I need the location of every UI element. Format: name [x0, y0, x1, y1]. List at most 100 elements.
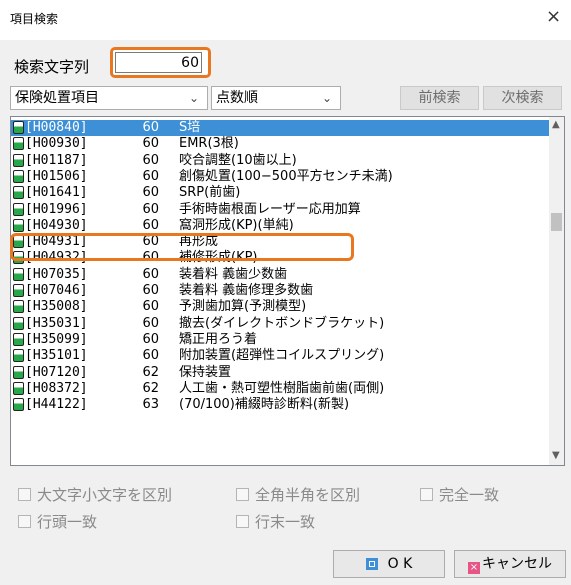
checkbox-icon — [236, 515, 249, 528]
item-code: [H01996] — [25, 201, 88, 217]
item-code: [H01506] — [25, 168, 88, 184]
item-points: 63 — [142, 397, 159, 413]
list-item[interactable]: [H04930] 60 窩洞形成(KP)(単純) — [11, 218, 549, 234]
list-item[interactable]: [H35101] 60 附加装置(超弾性コイルスプリング) — [11, 348, 549, 364]
item-name: 窩洞形成(KP)(単純) — [179, 217, 294, 233]
list-item[interactable]: [H44122] 63 (70/100)補綴時診断料(新製) — [11, 397, 549, 413]
list-item[interactable]: [H35099] 60 矯正用ろう着 — [11, 332, 549, 348]
exact-match-checkbox[interactable]: 完全一致 — [420, 485, 499, 505]
list-item[interactable]: [H07035] 60 装着料 義歯少数歯 — [11, 267, 549, 283]
title-bar — [0, 0, 571, 40]
scroll-up-icon[interactable]: ▲ — [552, 119, 560, 130]
item-icon — [13, 251, 24, 265]
item-points: 62 — [142, 364, 159, 380]
width-sensitive-checkbox[interactable]: 全角半角を区別 — [236, 485, 360, 505]
item-icon — [13, 218, 24, 232]
prefix-match-checkbox[interactable]: 行頭一致 — [18, 512, 97, 532]
chevron-down-icon: ⌄ — [321, 91, 332, 105]
checkbox-icon — [18, 488, 31, 501]
item-points: 60 — [142, 299, 159, 315]
search-highlight — [110, 47, 211, 78]
exact-match-label: 完全一致 — [439, 486, 500, 504]
search-input[interactable] — [115, 52, 202, 73]
list-item[interactable]: [H04931] 60 再形成 — [11, 234, 549, 250]
item-points: 60 — [142, 136, 159, 152]
item-icon — [13, 381, 24, 395]
case-sensitive-label: 大文字小文字を区別 — [37, 486, 173, 504]
list-item[interactable]: [H35008] 60 予測歯加算(予測模型) — [11, 299, 549, 315]
next-search-button[interactable]: 次検索 — [483, 86, 562, 110]
item-name: 撤去(ダイレクトボンドブラケット) — [179, 315, 385, 331]
item-icon — [13, 284, 24, 297]
list-item[interactable]: [H00840] 60 S培 — [11, 120, 549, 136]
item-points: 60 — [142, 315, 159, 331]
item-icon — [13, 349, 24, 363]
window-title: 項目検索 — [10, 12, 59, 26]
cancel-button[interactable]: × キャンセル — [454, 550, 566, 578]
suffix-match-checkbox[interactable]: 行末一致 — [236, 512, 315, 532]
list-item[interactable]: [H35031] 60 撤去(ダイレクトボンドブラケット) — [11, 316, 549, 332]
item-points: 60 — [142, 152, 159, 168]
checkbox-icon — [236, 488, 249, 501]
item-points: 62 — [142, 380, 159, 396]
item-code: [H07035] — [25, 266, 88, 282]
item-icon — [13, 202, 24, 216]
list-item[interactable]: [H07046] 60 装着料 義歯修理多数歯 — [11, 283, 549, 299]
item-icon — [13, 235, 24, 249]
item-icon — [13, 186, 24, 200]
ok-button[interactable]: O K — [333, 550, 445, 578]
prefix-match-label: 行頭一致 — [37, 513, 98, 531]
item-name: 装着料 義歯少数歯 — [179, 266, 288, 282]
checkbox-icon — [420, 488, 433, 501]
item-code: [H01187] — [25, 152, 88, 168]
item-points: 60 — [142, 348, 159, 364]
item-name: 保持装置 — [179, 364, 232, 380]
item-name: 予測歯加算(予測模型) — [179, 299, 307, 315]
item-name: EMR(3根) — [179, 136, 239, 152]
list-item[interactable]: [H04932] 60 補修形成(KP) — [11, 250, 549, 266]
item-icon — [13, 316, 24, 330]
list-item[interactable]: [H00930] 60 EMR(3根) — [11, 136, 549, 152]
item-code: [H35099] — [25, 331, 88, 347]
checkbox-icon — [18, 515, 31, 528]
prev-search-button[interactable]: 前検索 — [400, 86, 479, 110]
list-item[interactable]: [H01641] 60 SRP(前歯) — [11, 185, 549, 201]
scroll-down-icon[interactable]: ▼ — [552, 450, 560, 461]
item-icon — [13, 169, 24, 183]
sort-select[interactable]: 点数順 ⌄ — [211, 86, 341, 110]
item-name: 補修形成(KP) — [179, 250, 258, 266]
list-item[interactable]: [H01996] 60 手術時歯根面レーザー応用加算 — [11, 202, 549, 218]
item-points: 60 — [142, 266, 159, 282]
item-code: [H04931] — [25, 234, 88, 250]
item-points: 60 — [142, 331, 159, 347]
item-icon — [13, 300, 24, 314]
vertical-scrollbar[interactable]: ▲ ▼ — [549, 117, 564, 465]
sort-select-value: 点数順 — [216, 90, 258, 106]
close-icon[interactable]: × — [546, 8, 561, 26]
suffix-match-label: 行末一致 — [255, 513, 316, 531]
list-item[interactable]: [H07120] 62 保持装置 — [11, 365, 549, 381]
item-name: 矯正用ろう着 — [179, 331, 258, 347]
item-name: 再形成 — [179, 234, 219, 250]
item-code: [H07120] — [25, 364, 88, 380]
list-item[interactable]: [H08372] 62 人工歯・熱可塑性樹脂歯前歯(両側) — [11, 381, 549, 397]
item-code: [H00930] — [25, 136, 88, 152]
list-item[interactable]: [H01506] 60 創傷処置(100−500平方センチ未満) — [11, 169, 549, 185]
category-select[interactable]: 保険処置項目 ⌄ — [10, 86, 208, 110]
item-points: 60 — [142, 185, 159, 201]
item-points: 60 — [142, 250, 159, 266]
search-label: 検索文字列 — [14, 58, 90, 76]
item-name: 人工歯・熱可塑性樹脂歯前歯(両側) — [179, 380, 385, 396]
item-points: 60 — [142, 201, 159, 217]
cancel-icon: × — [468, 562, 480, 574]
results-list[interactable]: [H00840] 60 S培 [H00930] 60 EMR(3根) [H01187] 60 咬… — [10, 116, 565, 466]
scroll-thumb[interactable] — [551, 213, 562, 231]
item-name: 手術時歯根面レーザー応用加算 — [179, 201, 361, 217]
case-sensitive-checkbox[interactable]: 大文字小文字を区別 — [18, 485, 172, 505]
item-name: SRP(前歯) — [179, 185, 241, 201]
item-name: (70/100)補綴時診断料(新製) — [179, 397, 350, 413]
list-item[interactable]: [H01187] 60 咬合調整(10歯以上) — [11, 153, 549, 169]
item-code: [H08372] — [25, 380, 88, 396]
item-name: 創傷処置(100−500平方センチ未満) — [179, 168, 393, 184]
item-icon — [13, 332, 24, 346]
